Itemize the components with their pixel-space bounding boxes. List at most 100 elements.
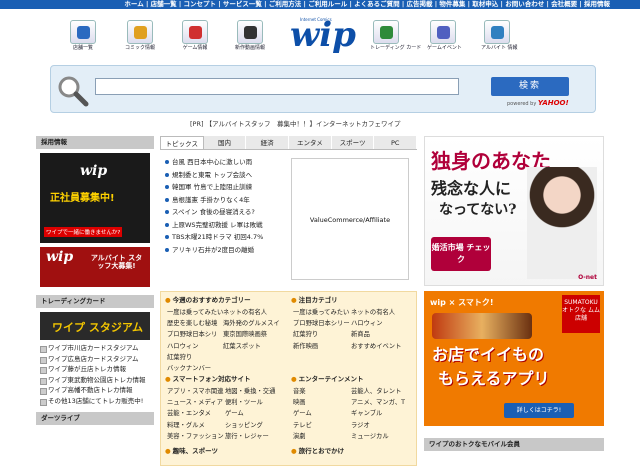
list-item[interactable]: ワイプ市川店カードスタジアム [40, 343, 154, 354]
category-link[interactable]: 旅行・レジャー [225, 431, 275, 442]
category-link[interactable]: ハロウィン [167, 341, 223, 352]
movie-info-link[interactable]: 新作動画情報 [234, 20, 266, 56]
check-button[interactable]: 婚活市場 チェック [431, 237, 491, 271]
news-item[interactable]: 台風 西日本中心に激しい雨 [160, 156, 290, 169]
category-link[interactable]: アプリ・スマホ関連 [167, 386, 224, 397]
tab-topics[interactable]: トピックス [160, 136, 204, 149]
magnifier-icon [58, 76, 89, 107]
category-link[interactable]: 新作映画 [293, 341, 350, 352]
smartphone-sites-list-2: 地図・乗換・交通 便利・ツール ゲーム ショッピング 旅行・レジャー [225, 386, 275, 442]
recommended-category-list-2: ネットの有名人 海外発のグルメスイ 東京国際映画祭 紅葉スポット [223, 307, 280, 352]
news-item[interactable]: 韓国軍 竹島で上陸阻止訓練 [160, 181, 290, 194]
category-link[interactable]: 一度は乗ってみたい [167, 307, 223, 318]
category-panel: 今週のおすすめカテゴリー 一度は乗ってみたい 歴史を楽しむ秘境 プロ野球日本シリ… [160, 291, 417, 466]
onet-marriage-ad[interactable]: 独身のあなた 残念な人に なってない? 婚活市場 チェック O-net [424, 136, 604, 286]
category-link[interactable]: ニュース・メディア [167, 397, 224, 408]
details-button[interactable]: 詳しくはコチラ! [504, 403, 574, 418]
category-link[interactable]: 映画 [293, 397, 312, 408]
list-item[interactable]: ワイプ広島店カードスタジアム [40, 354, 154, 365]
list-item[interactable]: ワイプ東武動物公園店トレカ情報 [40, 375, 154, 386]
category-link[interactable]: 芸能人、タレント [351, 386, 405, 397]
category-link[interactable]: 美容・ファッション [167, 431, 224, 442]
category-link[interactable]: バックナンバー [167, 363, 223, 374]
category-link[interactable]: 一度は乗ってみたい [293, 307, 350, 318]
category-link[interactable]: 料理・グルメ [167, 420, 224, 431]
tab-entertainment[interactable]: エンタメ [289, 136, 332, 149]
news-item[interactable]: スペイン 食後の昼寝消える? [160, 206, 290, 219]
job-info-link[interactable]: アルバイト 情報 [481, 20, 518, 56]
category-link[interactable]: 歴史を楽しむ秘境 [167, 318, 223, 329]
top-navigation-bar[interactable]: ホーム | 店舗一覧 | コンセプト | サービス一覧 | ご利用方法 | ご利… [0, 0, 640, 9]
recommended-category-list: 一度は乗ってみたい 歴史を楽しむ秘境 プロ野球日本シリ ハロウィン 紅葉狩り バ… [167, 307, 223, 374]
wip-stadium-banner[interactable]: ワイプ スタジアム [40, 312, 150, 340]
search-button[interactable]: 検索 [491, 77, 569, 96]
search-input[interactable] [95, 78, 459, 95]
category-link[interactable]: プロ野球日本シリ [167, 329, 223, 340]
travel-heading: 旅行とおでかけ [291, 446, 345, 457]
category-link[interactable]: 東京国際映画祭 [223, 329, 280, 340]
job-info-icon [491, 26, 504, 39]
parttime-recruit-banner[interactable]: wip アルバイト スタッフ大募集! [40, 247, 150, 287]
category-link[interactable]: ギャンブル [351, 408, 405, 419]
list-item[interactable]: その他13店舗にてトレカ販売中! [40, 396, 154, 407]
category-link[interactable]: 新商品 [351, 329, 401, 340]
category-link[interactable]: ネットの有名人 [223, 307, 280, 318]
category-link[interactable]: ゲーム [225, 408, 275, 419]
movie-icon [244, 26, 257, 39]
game-icon [189, 26, 202, 39]
top-nav-links[interactable]: ホーム | 店舗一覧 | コンセプト | サービス一覧 | ご利用方法 | ご利… [124, 0, 610, 8]
category-link[interactable]: ネットの有名人 [351, 307, 401, 318]
tab-domestic[interactable]: 国内 [203, 136, 247, 149]
store-list-link[interactable]: 店舗一覧 [67, 20, 99, 56]
category-link[interactable]: プロ野球日本シリー [293, 318, 350, 329]
entertainment-heading: エンターテインメント [291, 374, 364, 385]
category-link[interactable]: ハロウィン [351, 318, 401, 329]
game-info-link[interactable]: ゲーム情報 [179, 20, 211, 56]
news-item[interactable]: TBS木曜21時ドラマ 初回4.7% [160, 231, 290, 244]
category-link[interactable]: ラジオ [351, 420, 405, 431]
news-item[interactable]: 上原WS完璧初救援 レ軍は敗戦 [160, 219, 290, 232]
category-link[interactable]: 海外発のグルメスイ [223, 318, 280, 329]
trading-card-icon [380, 26, 393, 39]
category-link[interactable]: 演劇 [293, 431, 312, 442]
left-column: 採用情報 wip 正社員募集中! ワイプで一緒に働きませんか? wip アルバイ… [36, 136, 154, 425]
tab-pc[interactable]: PC [374, 136, 418, 149]
center-column: トピックス 国内 経済 エンタメ スポーツ PC 台風 西日本中心に激しい雨 規… [160, 136, 418, 466]
game-event-link[interactable]: ゲームイベント [427, 20, 462, 56]
news-item[interactable]: 島根護憲 手掛かりなく4年 [160, 194, 290, 207]
list-item[interactable]: ワイプ高幡不動店トレカ情報 [40, 385, 154, 396]
category-link[interactable]: 音楽 [293, 386, 312, 397]
onet-logo: O-net [578, 274, 597, 281]
sumatoku-stamp: SUMATOKU オトクな ムム店舗 [562, 295, 600, 333]
category-link[interactable]: アニメ、マンガ、T [351, 397, 405, 408]
category-link[interactable]: ミュージカル [351, 431, 405, 442]
category-link[interactable]: テレビ [293, 420, 312, 431]
recruit-header: 採用情報 [36, 136, 154, 149]
category-link[interactable]: ゲーム [293, 408, 312, 419]
featured-category-heading: 注目カテゴリ [291, 295, 338, 306]
category-link[interactable]: 紅葉スポット [223, 341, 280, 352]
category-link[interactable]: 紅葉狩り [293, 329, 350, 340]
news-item[interactable]: 規制委と東電 トップ会談へ [160, 169, 290, 182]
category-link[interactable]: 紅葉狩り [167, 352, 223, 363]
list-item[interactable]: ワイプ藤が丘店トレカ情報 [40, 364, 154, 375]
valuecommerce-ad[interactable]: ValueCommerce/Affiliate [291, 158, 409, 280]
tab-economy[interactable]: 経済 [246, 136, 290, 149]
category-link[interactable]: 芸能・エンタメ [167, 408, 224, 419]
trading-card-link[interactable]: トレーディング カード [370, 20, 421, 56]
pr-link[interactable]: [PR] 【アルバイトスタッフ 募集中！！】インターネットカフェワイプ [190, 118, 401, 128]
category-link[interactable]: 便利・ツール [225, 397, 275, 408]
tab-sports[interactable]: スポーツ [331, 136, 375, 149]
category-link[interactable]: 地図・乗換・交通 [225, 386, 275, 397]
category-link[interactable]: おすすめイベント [351, 341, 401, 352]
trading-card-list: ワイプ市川店カードスタジアム ワイプ広島店カードスタジアム ワイプ藤が丘店トレカ… [36, 343, 154, 406]
category-link[interactable]: ショッピング [225, 420, 275, 431]
hobby-sports-heading: 趣味、スポーツ [165, 446, 218, 457]
mobile-member-header: ワイプのおトクなモバイル会員 [424, 438, 604, 451]
wip-logo[interactable]: Internet Comics wip [290, 14, 356, 54]
news-item[interactable]: アリキリ石井が2度目の離婚 [160, 244, 290, 257]
recommended-category-heading: 今週のおすすめカテゴリー [165, 295, 251, 306]
comic-info-link[interactable]: コミック情報 [124, 20, 156, 56]
fulltime-recruit-banner[interactable]: wip 正社員募集中! ワイプで一緒に働きませんか? [40, 153, 150, 243]
sumatoku-app-ad[interactable]: wip × スマトク! SUMATOKU オトクな ムム店舗 お店でイイもの も… [424, 291, 604, 426]
